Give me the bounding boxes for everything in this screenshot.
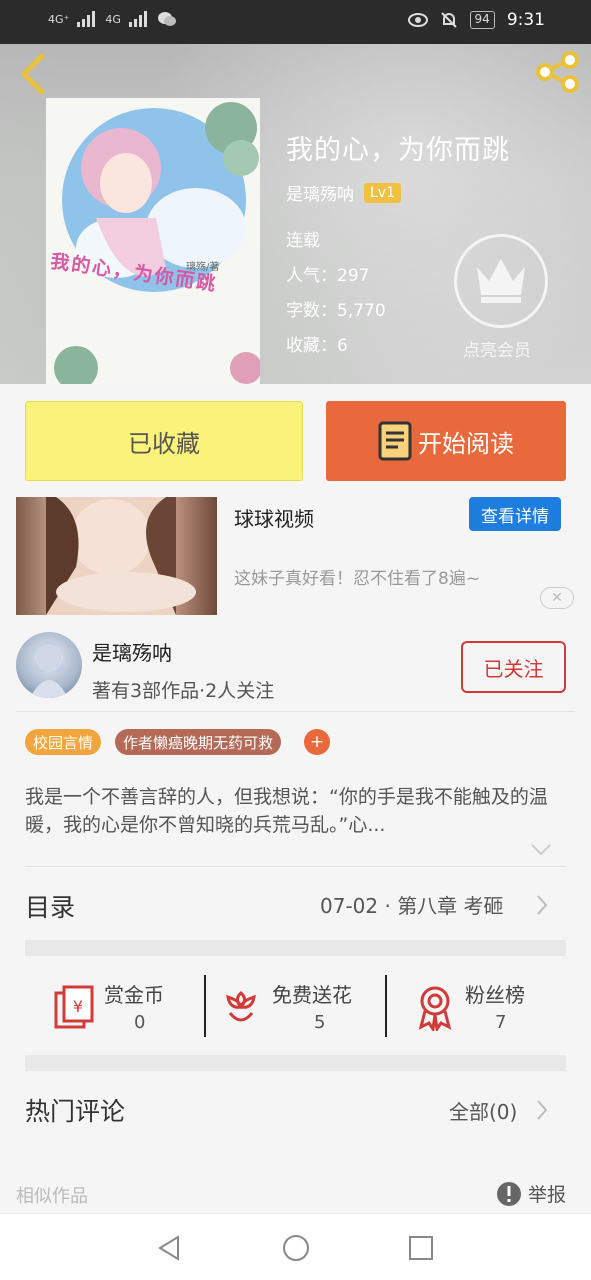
tag-author-note[interactable]: 作者懒癌晚期无药可救 [115,729,282,755]
stat-value: 7 [495,1012,507,1033]
divider [16,711,575,712]
crown-icon [477,259,525,303]
section-separator [25,1055,566,1071]
report-label: 举报 [528,1184,567,1206]
similar-works-label: 相似作品 [16,1186,88,1207]
tag-genre[interactable]: 校园言情 [25,729,102,755]
ad-image[interactable] [16,497,217,615]
stat-label: 粉丝榜 [465,983,525,1007]
status-bar-left: 4G⁺ 4G [48,11,177,27]
synopsis[interactable]: 我是一个不善言辞的人，但我想说：“你的手是我不能触及的温暖，我的心是你不曾知晓的… [25,783,570,839]
divider [385,975,387,1037]
start-reading-label: 开始阅读 [418,429,514,458]
book-title: 我的心，为你而跳 [286,135,510,166]
level-badge: Lv1 [364,182,401,203]
word-count-stat: 字数：5,770 [286,301,386,321]
nav-recents-icon[interactable] [408,1234,434,1262]
book-cover[interactable]: 我的心，为你而跳 璃殇/著 [46,98,260,384]
network-indicator-2: 4G [105,12,121,26]
stat-value: 5 [314,1012,326,1033]
signal-icon-2 [128,11,147,27]
ad-detail-button[interactable]: 查看详情 [469,497,561,531]
serial-status: 连载 [286,231,320,251]
share-button[interactable] [533,50,581,94]
toc-latest-chapter[interactable]: 07-02 · 第八章 考砸 [320,890,504,919]
stat-label: 赏金币 [104,983,164,1007]
expand-synopsis-button[interactable] [530,842,552,861]
add-tag-button[interactable]: + [304,729,330,755]
eye-icon [407,13,428,27]
report-button[interactable]: 举报 [496,1180,566,1207]
ad-photo [46,497,196,615]
divider [204,975,206,1037]
author-card-name[interactable]: 是璃殇呐 [92,637,172,666]
book-icon [378,421,412,461]
status-bar-right: 94 9:31 [407,10,545,30]
popularity-stat: 人气：297 [286,266,370,286]
flower-icon [226,991,256,1022]
favorites-stat: 收藏：6 [286,336,348,356]
network-indicator-1: 4G⁺ [48,12,70,26]
system-nav-bar [0,1213,591,1280]
chevron-right-icon[interactable] [535,1098,549,1122]
section-separator [25,940,566,956]
battery-indicator: 94 [469,11,495,29]
nav-back-icon[interactable] [156,1234,182,1262]
all-comments-link[interactable]: 全部(0) [449,1096,517,1125]
chevron-left-icon [21,53,45,95]
stat-free-flowers[interactable]: 免费送花 5 [222,975,382,1037]
vip-label: 点亮会员 [463,341,531,361]
cover-author-art: 璃殇/著 [186,262,220,273]
cover-illustration [46,98,260,384]
divider [25,866,566,867]
red-envelope-icon: ¥ [54,985,94,1029]
mute-bell-icon [440,12,457,28]
start-reading-button[interactable]: 开始阅读 [326,401,566,481]
wechat-icon [157,12,176,26]
back-button[interactable] [14,50,54,95]
vip-button[interactable] [454,234,548,328]
collected-button[interactable]: 已收藏 [25,401,303,481]
ad-close-button[interactable]: ✕ [540,587,574,609]
stat-label: 免费送花 [272,983,352,1007]
nav-home-icon[interactable] [282,1234,310,1262]
svg-text:¥: ¥ [73,997,83,1016]
chevron-down-icon [531,844,551,856]
alert-icon [497,1181,521,1206]
clock: 9:31 [506,10,545,30]
stat-reward-coins[interactable]: ¥ 赏金币 0 [50,975,200,1037]
ad-description[interactable]: 这妹子真好看！忍不住看了8遍~ [234,564,480,589]
author-card-stats: 著有3部作品·2人关注 [92,680,275,702]
hot-comments-label: 热门评论 [25,1097,126,1126]
chevron-right-icon[interactable] [535,893,549,917]
stat-value: 0 [134,1012,146,1033]
author-row: 是璃殇呐 Lv1 [286,180,401,205]
ad-title[interactable]: 球球视频 [234,503,314,532]
avatar-image [30,642,68,698]
toc-label[interactable]: 目录 [25,888,75,924]
follow-button[interactable]: 已关注 [461,641,566,693]
status-bar: 4G⁺ 4G 94 9:31 [0,0,591,44]
book-header: 我的心，为你而跳 璃殇/著 我的心，为你而跳 是璃殇呐 Lv1 连载 人气：29… [0,44,591,384]
author-name[interactable]: 是璃殇呐 [286,180,354,205]
medal-icon [418,986,452,1031]
stat-fan-ranking[interactable]: 粉丝榜 7 [415,975,565,1037]
share-icon [536,51,579,93]
signal-icon [77,11,96,27]
author-avatar[interactable] [16,632,82,698]
